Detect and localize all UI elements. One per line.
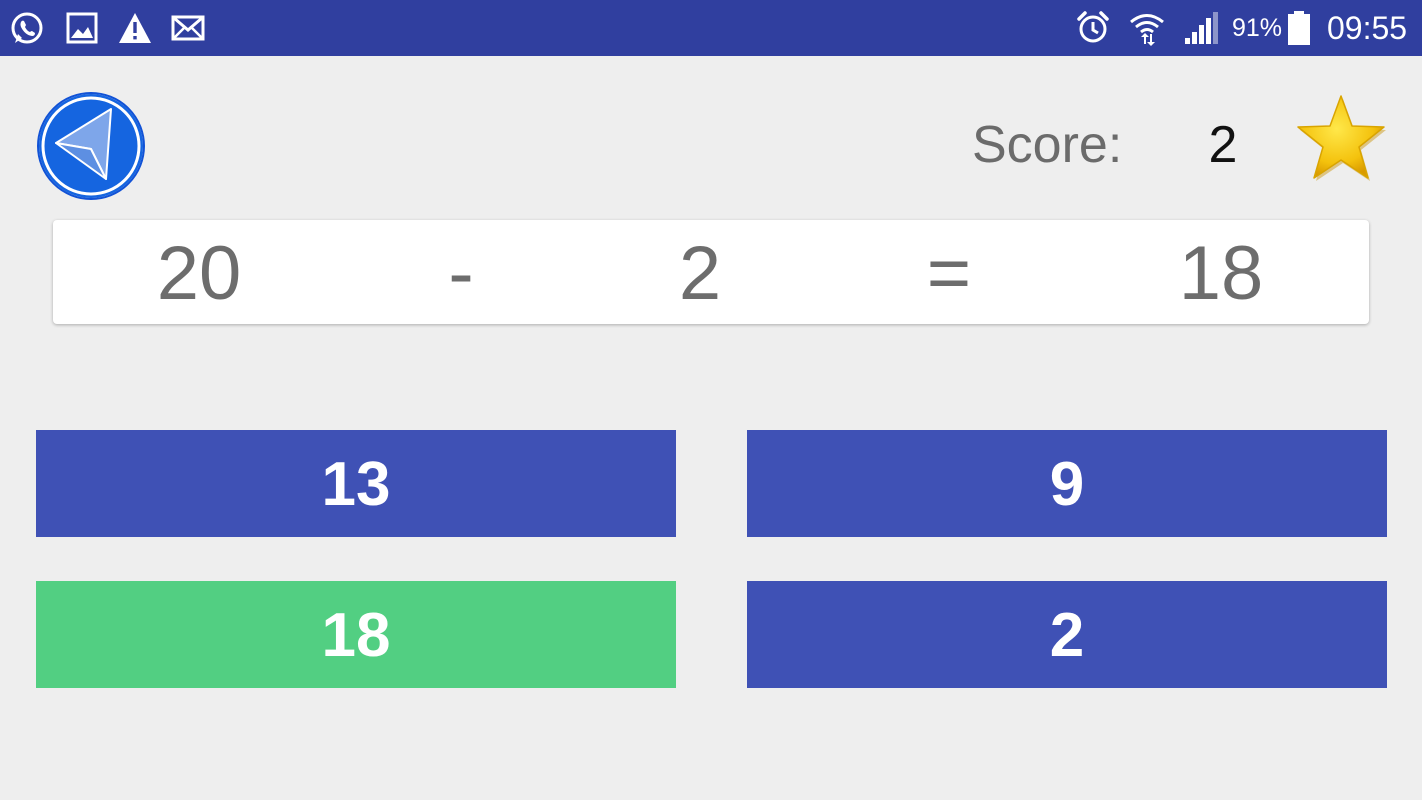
equation-operand-1: 20	[156, 231, 242, 316]
warning-icon	[119, 13, 151, 43]
score-label: Score:	[972, 116, 1123, 174]
alarm-icon	[1077, 11, 1109, 43]
star-icon	[1297, 95, 1386, 181]
wifi-icon	[1130, 14, 1164, 46]
answer-button-2[interactable]: 9	[747, 430, 1387, 537]
navigation-back-icon	[37, 92, 145, 200]
back-button[interactable]	[36, 91, 146, 201]
equation-equals: =	[926, 231, 972, 316]
battery-icon	[1288, 11, 1310, 45]
battery-percent: 91%	[1232, 14, 1283, 42]
mail-icon	[171, 15, 205, 41]
equation-card: 20 - 2 = 18	[53, 220, 1369, 324]
gallery-icon	[66, 12, 98, 44]
equation-result: 18	[1178, 231, 1264, 316]
status-bar: 91% 09:55	[0, 0, 1422, 56]
answer-button-4[interactable]: 2	[747, 581, 1387, 688]
whatsapp-icon	[11, 12, 43, 44]
answer-button-1[interactable]: 13	[36, 430, 676, 537]
score-value: 2	[1208, 116, 1238, 174]
answer-button-3[interactable]: 18	[36, 581, 676, 688]
equation-operator: -	[448, 231, 474, 316]
status-clock: 09:55	[1327, 10, 1408, 46]
equation-operand-2: 2	[678, 231, 722, 316]
signal-icon	[1185, 12, 1218, 44]
